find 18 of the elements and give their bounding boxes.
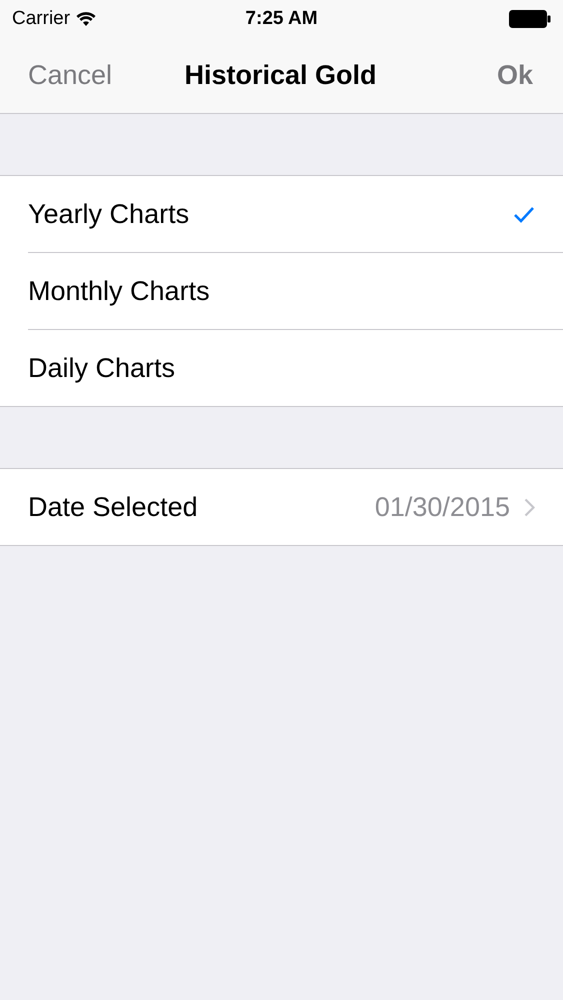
wifi-icon bbox=[76, 12, 96, 26]
ok-button[interactable]: Ok bbox=[496, 60, 534, 91]
chart-option-label: Monthly Charts bbox=[28, 276, 210, 306]
chart-option-row[interactable]: Yearly Charts bbox=[28, 176, 563, 253]
cancel-button[interactable]: Cancel bbox=[28, 60, 112, 91]
chart-option-label: Yearly Charts bbox=[28, 198, 190, 230]
chart-option-label: Daily Charts bbox=[28, 352, 176, 384]
chart-option-row[interactable]: Daily Charts bbox=[28, 330, 563, 406]
date-label: Date Selected bbox=[28, 492, 198, 522]
status-time: 7:25 AM bbox=[245, 8, 318, 30]
chart-option-row[interactable]: Monthly Charts bbox=[28, 253, 563, 330]
battery-icon bbox=[509, 10, 551, 28]
checkmark-icon bbox=[513, 206, 535, 222]
chevron-icon bbox=[524, 498, 535, 516]
carrier-name: Carrier bbox=[12, 8, 70, 30]
date-value: 01/30/2015 bbox=[374, 492, 510, 522]
screen-title: Historical Gold bbox=[184, 60, 377, 91]
date-selected-row[interactable]: Date Selected 01/30/2015 bbox=[28, 469, 563, 545]
